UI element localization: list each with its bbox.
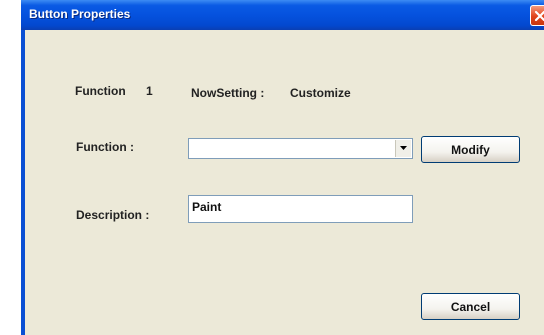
title-bar[interactable]: Button Properties <box>21 0 544 30</box>
function-info-label: Function <box>75 84 126 98</box>
description-input[interactable]: Paint <box>188 195 413 223</box>
button-properties-dialog: Button Properties Function 1 NowSetting … <box>21 0 544 335</box>
function-number: 1 <box>146 84 153 98</box>
function-select-dropdown-button[interactable] <box>395 140 411 157</box>
close-button[interactable] <box>530 5 544 26</box>
cancel-button[interactable]: Cancel <box>421 293 520 320</box>
window-title: Button Properties <box>29 7 131 21</box>
function-field-label: Function : <box>76 140 134 154</box>
now-setting-label: NowSetting : <box>191 86 265 100</box>
modify-button[interactable]: Modify <box>421 136 520 163</box>
now-setting-value: Customize <box>290 86 351 100</box>
function-select[interactable] <box>188 138 413 159</box>
description-field-label: Description : <box>76 208 150 222</box>
